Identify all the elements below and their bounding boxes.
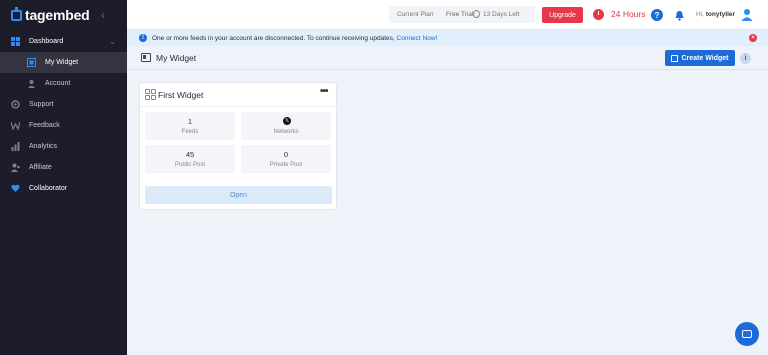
plan-info: Current Plan Free Trial 13 Days Left [389, 6, 535, 23]
sidebar-item-label: My Widget [45, 59, 79, 66]
upgrade-button[interactable]: Upgrade [542, 7, 583, 23]
user-avatar-icon[interactable] [741, 8, 753, 21]
stat-label: Networks [273, 129, 299, 135]
stopwatch-icon [473, 10, 480, 18]
logo-icon [11, 6, 22, 21]
logo[interactable]: tagembed [11, 6, 90, 24]
page-title: My Widget [156, 53, 197, 63]
page-header: My Widget Create Widget i [127, 46, 768, 70]
widget-grid-icon [145, 89, 156, 100]
sidebar-item-label: Affiliate [29, 164, 52, 171]
notification-bell-icon[interactable] [673, 9, 685, 21]
disconnected-feeds-alert: ! One or more feeds in your account are … [127, 30, 768, 46]
create-widget-icon [671, 54, 679, 62]
alert-message: One or more feeds in your account are di… [152, 34, 395, 42]
affiliate-icon [11, 163, 20, 172]
sidebar-item-label: Analytics [29, 143, 58, 150]
greeting-text: Hi, [696, 11, 704, 18]
stat-networks: 𝕏 Networks [241, 112, 331, 140]
topbar: Current Plan Free Trial 13 Days Left Upg… [127, 0, 768, 30]
collaborator-icon [11, 184, 20, 193]
stat-label: Feeds [181, 129, 199, 135]
user-greeting[interactable]: Hi, tonytyller [696, 11, 735, 18]
analytics-icon [11, 142, 20, 151]
sidebar-item-label: Feedback [29, 122, 60, 129]
create-widget-label: Create Widget [681, 54, 729, 62]
stat-feeds: 1 Feeds [145, 112, 235, 140]
widget-card-header: First Widget ••• [140, 83, 338, 107]
stat-label: Private Post [269, 162, 303, 168]
username: tonytyller [705, 11, 736, 18]
widget-card: First Widget ••• 1 Feeds 𝕏 Networks 45 P… [139, 82, 338, 210]
alert-text: One or more feeds in your account are di… [152, 35, 437, 42]
stat-value: 0 [283, 150, 289, 159]
chat-bubble-icon [742, 330, 752, 338]
collapse-sidebar-icon[interactable]: ‹ [101, 8, 105, 22]
sidebar-item-affiliate[interactable]: Affiliate [0, 157, 127, 178]
support-icon [11, 100, 20, 109]
widget-page-icon [141, 53, 151, 62]
sidebar-item-label: Collaborator [29, 185, 68, 192]
stat-value: 45 [185, 150, 195, 159]
sidebar-item-collaborator[interactable]: Collaborator [0, 178, 127, 199]
support-hours: 24 Hours [611, 9, 646, 19]
x-network-icon: 𝕏 [283, 117, 291, 125]
sidebar-item-dashboard[interactable]: Dashboard ⌄ [0, 31, 127, 52]
stat-value: 1 [187, 117, 193, 126]
sidebar-item-feedback[interactable]: Feedback [0, 115, 127, 136]
info-icon: ! [139, 34, 147, 42]
app-root: tagembed ‹ Dashboard ⌄ My Widget Account… [0, 0, 768, 355]
connect-now-link[interactable]: Connect Now! [397, 35, 438, 42]
help-icon[interactable]: ? [651, 9, 663, 21]
page-info-icon[interactable]: i [740, 53, 751, 64]
days-left: 13 Days Left [483, 11, 520, 18]
account-icon [27, 79, 36, 88]
sidebar-item-label: Support [29, 101, 54, 108]
sidebar-item-account[interactable]: Account [0, 73, 127, 94]
feedback-icon [11, 121, 20, 130]
sidebar-item-label: Account [45, 80, 71, 87]
logo-text: tagembed [25, 7, 90, 23]
sidebar-item-my-widget[interactable]: My Widget [0, 52, 127, 73]
create-widget-button[interactable]: Create Widget [665, 50, 735, 66]
sidebar-item-support[interactable]: Support [0, 94, 127, 115]
widget-title: First Widget [158, 90, 204, 100]
sidebar-nav: Dashboard ⌄ My Widget Account Support Fe… [0, 31, 127, 199]
current-plan-label: Current Plan [397, 11, 434, 18]
clock-icon [593, 9, 604, 20]
open-widget-button[interactable]: Open [145, 186, 332, 204]
sidebar-item-label: Dashboard [29, 38, 64, 45]
close-alert-icon[interactable]: × [749, 34, 757, 42]
widget-icon [27, 58, 36, 67]
chat-launcher-button[interactable] [735, 322, 759, 346]
more-options-icon[interactable]: ••• [320, 86, 328, 97]
chevron-down-icon: ⌄ [109, 37, 116, 46]
plan-name: Free Trial [446, 11, 474, 18]
stat-public-post: 45 Public Post [145, 145, 235, 173]
sidebar: tagembed ‹ Dashboard ⌄ My Widget Account… [0, 0, 127, 355]
dashboard-icon [11, 37, 20, 46]
sidebar-item-analytics[interactable]: Analytics [0, 136, 127, 157]
stat-private-post: 0 Private Post [241, 145, 331, 173]
stat-label: Public Post [174, 162, 205, 168]
